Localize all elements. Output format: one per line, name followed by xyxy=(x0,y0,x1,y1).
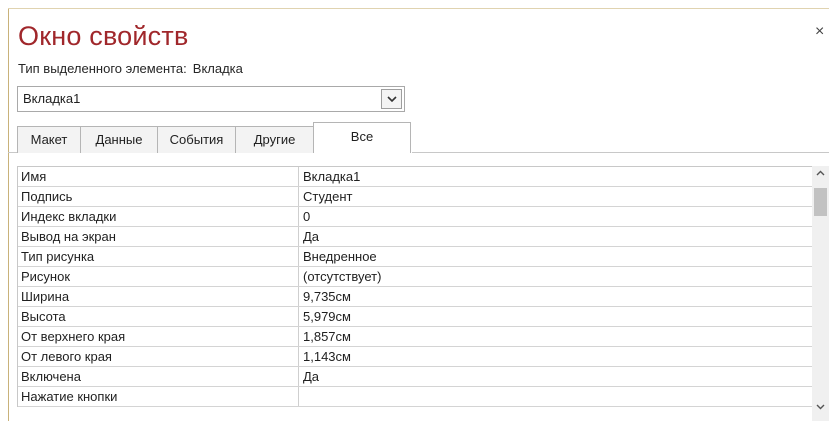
property-value[interactable]: 1,143см xyxy=(299,347,813,366)
property-value[interactable]: Студент xyxy=(299,187,813,206)
property-name: От верхнего края xyxy=(18,327,299,346)
pane-left-border xyxy=(8,8,9,421)
object-selector-value: Вкладка1 xyxy=(23,91,81,106)
property-row: От верхнего края 1,857см xyxy=(18,327,813,347)
property-sheet-pane: × Окно свойств Тип выделенного элемента:… xyxy=(0,0,829,421)
dropdown-button[interactable] xyxy=(381,89,402,109)
scroll-up-arrow-icon[interactable] xyxy=(816,170,825,176)
object-selector-dropdown[interactable]: Вкладка1 xyxy=(17,86,405,112)
property-row: Высота 5,979см xyxy=(18,307,813,327)
property-value[interactable]: 9,735см xyxy=(299,287,813,306)
property-row: Тип рисунка Внедренное xyxy=(18,247,813,267)
property-row: Индекс вкладки 0 xyxy=(18,207,813,227)
scrollbar-thumb[interactable] xyxy=(814,188,827,216)
property-value[interactable]: Да xyxy=(299,367,813,386)
property-name: Нажатие кнопки xyxy=(18,387,299,406)
property-name: Индекс вкладки xyxy=(18,207,299,226)
property-row: Включена Да xyxy=(18,367,813,387)
vertical-scrollbar[interactable] xyxy=(812,166,829,421)
property-row: От левого края 1,143см xyxy=(18,347,813,367)
property-row: Рисунок (отсутствует) xyxy=(18,267,813,287)
scroll-down-arrow-icon[interactable] xyxy=(816,404,825,410)
property-value[interactable]: 5,979см xyxy=(299,307,813,326)
property-row: Подпись Студент xyxy=(18,187,813,207)
property-name: Вывод на экран xyxy=(18,227,299,246)
property-name: Ширина xyxy=(18,287,299,306)
property-value[interactable] xyxy=(299,387,813,406)
property-value[interactable]: Внедренное xyxy=(299,247,813,266)
tab-layout[interactable]: Макет xyxy=(17,126,81,153)
property-value[interactable]: (отсутствует) xyxy=(299,267,813,286)
tab-strip-line-left xyxy=(8,152,17,153)
property-value[interactable]: Вкладка1 xyxy=(299,167,813,186)
pane-top-border xyxy=(8,8,829,9)
property-grid: Имя Вкладка1 Подпись Студент Индекс вкла… xyxy=(17,166,813,407)
close-icon[interactable]: × xyxy=(815,22,829,42)
property-value[interactable]: Да xyxy=(299,227,813,246)
property-row: Имя Вкладка1 xyxy=(18,167,813,187)
tab-all[interactable]: Все xyxy=(313,122,411,153)
property-row: Нажатие кнопки xyxy=(18,387,813,407)
pane-title: Окно свойств xyxy=(18,21,189,51)
property-value[interactable]: 1,857см xyxy=(299,327,813,346)
selection-type-label: Тип выделенного элемента: xyxy=(18,61,187,76)
selection-type-value: Вкладка xyxy=(192,61,243,76)
tab-other[interactable]: Другие xyxy=(235,126,314,153)
property-name: Включена xyxy=(18,367,299,386)
chevron-down-icon xyxy=(387,96,397,103)
tab-strip: Макет Данные События Другие Все xyxy=(17,122,411,153)
property-value[interactable]: 0 xyxy=(299,207,813,226)
selection-type-line: Тип выделенного элемента: Вкладка xyxy=(18,61,243,77)
property-row: Вывод на экран Да xyxy=(18,227,813,247)
property-name: Высота xyxy=(18,307,299,326)
tab-data[interactable]: Данные xyxy=(80,126,158,153)
property-name: Подпись xyxy=(18,187,299,206)
property-name: Рисунок xyxy=(18,267,299,286)
tab-events[interactable]: События xyxy=(157,126,236,153)
property-name: От левого края xyxy=(18,347,299,366)
tab-strip-line xyxy=(412,152,829,153)
property-name: Тип рисунка xyxy=(18,247,299,266)
property-row: Ширина 9,735см xyxy=(18,287,813,307)
property-name: Имя xyxy=(18,167,299,186)
